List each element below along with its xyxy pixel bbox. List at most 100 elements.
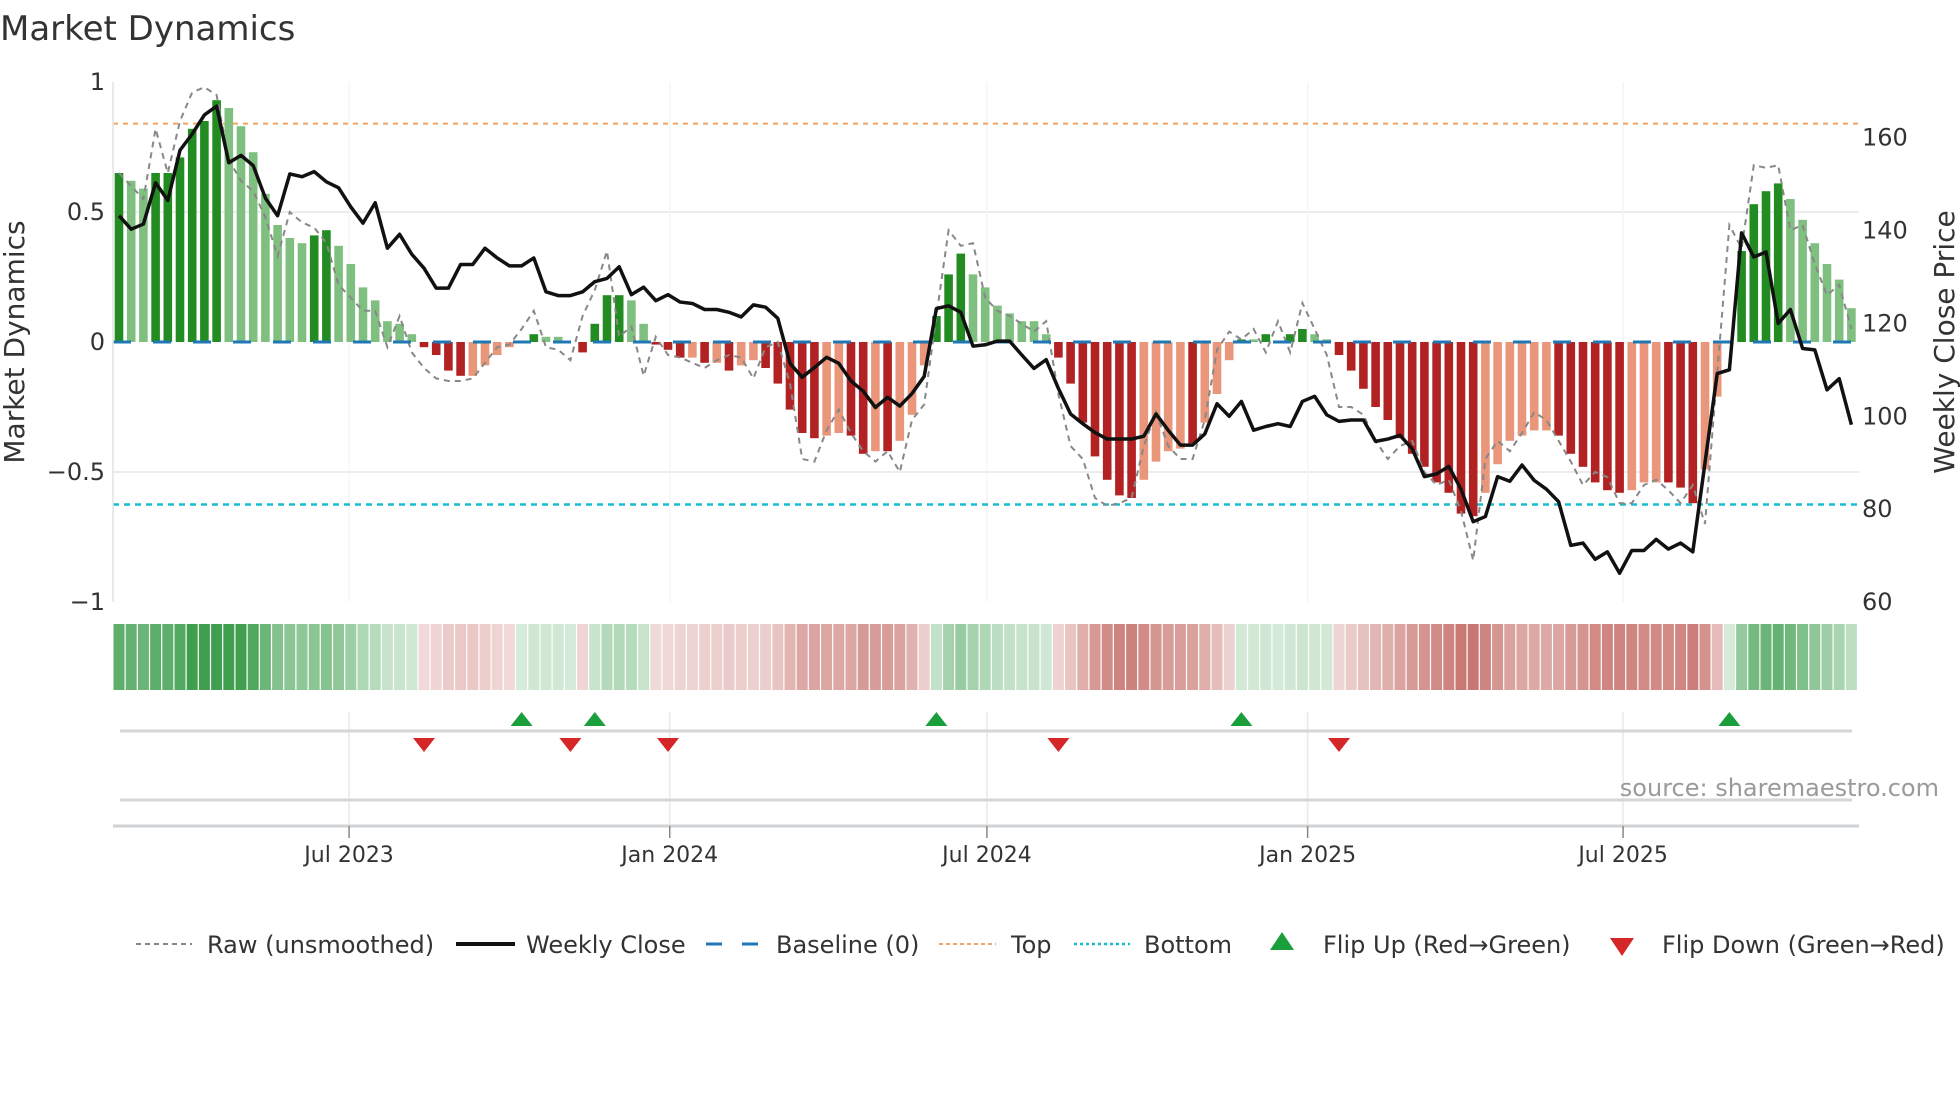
strip-cell — [1333, 624, 1345, 690]
dynamics-bar — [1017, 321, 1027, 342]
y2-tick-label: 60 — [1862, 588, 1893, 616]
strip-cell — [1248, 624, 1260, 690]
strip-cell — [711, 624, 723, 690]
y2-axis-label: Weekly Close Price — [1928, 210, 1960, 473]
strip-cell — [113, 624, 125, 690]
legend-bottom-label: Bottom — [1144, 931, 1232, 959]
strip-cell — [1138, 624, 1150, 690]
strip-cell — [833, 624, 845, 690]
strip-cell — [686, 624, 698, 690]
legend-flip-up-label: Flip Up (Red→Green) — [1323, 931, 1571, 959]
dynamics-bar — [1822, 264, 1832, 342]
strip-cell — [1199, 624, 1211, 690]
strip-cell — [162, 624, 174, 690]
y2-tick-label: 160 — [1862, 124, 1908, 152]
strip-cell — [1601, 624, 1613, 690]
dynamics-bar — [1627, 342, 1637, 491]
strip-cell — [1223, 624, 1235, 690]
strip-cell — [174, 624, 186, 690]
x-tick-label: Jan 2024 — [619, 843, 718, 868]
strip-cell — [1711, 624, 1723, 690]
strip-cell — [1821, 624, 1833, 690]
dynamics-bar — [419, 342, 429, 348]
flip-down-marker — [413, 738, 435, 752]
strip-cell — [796, 624, 808, 690]
dynamics-bar — [1066, 342, 1075, 384]
strip-cell — [1113, 624, 1125, 690]
strip-cell — [564, 624, 576, 690]
dynamics-bar — [1298, 329, 1307, 342]
strip-cell — [930, 624, 942, 690]
strip-cell — [284, 624, 296, 690]
dynamics-bar — [895, 342, 905, 441]
bars — [114, 100, 1856, 517]
strip-cell — [1126, 624, 1138, 690]
strip-cell — [1309, 624, 1321, 690]
dynamics-bar — [114, 173, 124, 342]
strip-cell — [1357, 624, 1369, 690]
dynamics-bar — [1615, 342, 1624, 493]
strip-cell — [491, 624, 503, 690]
dynamics-bar — [1603, 342, 1612, 491]
dynamics-bar — [1432, 342, 1441, 483]
dynamics-bar — [1554, 342, 1563, 436]
strip-cell — [747, 624, 759, 690]
strip-cell — [1418, 624, 1430, 690]
dynamics-bar — [212, 100, 221, 342]
dynamics-bar — [126, 180, 136, 342]
dynamics-bar — [1834, 279, 1844, 342]
strip-cell — [918, 624, 930, 690]
y2-tick-label: 140 — [1862, 217, 1908, 245]
strip-cell — [1479, 624, 1491, 690]
legend-item-top: Top — [939, 931, 1052, 959]
dynamics-bar — [846, 342, 856, 436]
x-tick-label: Jul 2024 — [940, 843, 1032, 868]
strip-cell — [1296, 624, 1308, 690]
strip-cell — [1492, 624, 1504, 690]
strip-cell — [479, 624, 491, 690]
strip-cell — [1077, 624, 1089, 690]
dynamics-bar — [956, 253, 966, 342]
dynamics-bar — [1395, 342, 1405, 439]
dynamics-bar — [602, 295, 612, 342]
strip-cell — [760, 624, 772, 690]
strip-cell — [1675, 624, 1687, 690]
strip-cell — [1650, 624, 1662, 690]
legend-item-raw: Raw (unsmoothed) — [136, 931, 434, 959]
legend-item-flip-up: Flip Up (Red→Green) — [1270, 931, 1571, 959]
dynamics-bar — [1664, 342, 1673, 483]
dynamics-bar — [1176, 342, 1185, 449]
flip-down-marker — [1328, 738, 1350, 752]
strip-cell — [1235, 624, 1247, 690]
strip-cell — [845, 624, 857, 690]
strip-cell — [1845, 624, 1857, 690]
dynamics-bar — [1847, 308, 1856, 342]
strip-cell — [991, 624, 1003, 690]
strip-cell — [211, 624, 223, 690]
strip-cell — [1394, 624, 1406, 690]
chart-title: Market Dynamics — [0, 9, 295, 49]
dynamics-bar — [1139, 342, 1149, 480]
dynamics-bar — [749, 342, 758, 361]
strip-cell — [430, 624, 442, 690]
source-label: source: sharemaestro.com — [1620, 774, 1939, 802]
dynamics-bar — [200, 121, 209, 342]
flip-up-marker — [925, 712, 948, 726]
strip-cell — [1467, 624, 1479, 690]
strip-cell — [601, 624, 613, 690]
dynamics-bar — [1102, 342, 1112, 480]
dynamics-bar — [1810, 243, 1820, 342]
y2-tick-label: 120 — [1862, 309, 1908, 337]
dynamics-bar — [1054, 342, 1063, 358]
strip-cell — [381, 624, 393, 690]
legend-item-flip-down: Flip Down (Green→Red) — [1610, 931, 1945, 959]
strip-cell — [1150, 624, 1162, 690]
dynamics-bar — [834, 342, 844, 433]
dynamics-bar — [1688, 342, 1698, 504]
strip-cell — [320, 624, 332, 690]
strip-cell — [1614, 624, 1626, 690]
strip-cell — [1382, 624, 1394, 690]
dynamics-bar — [907, 342, 917, 415]
strip-cell — [1589, 624, 1601, 690]
strip-cell — [442, 624, 454, 690]
